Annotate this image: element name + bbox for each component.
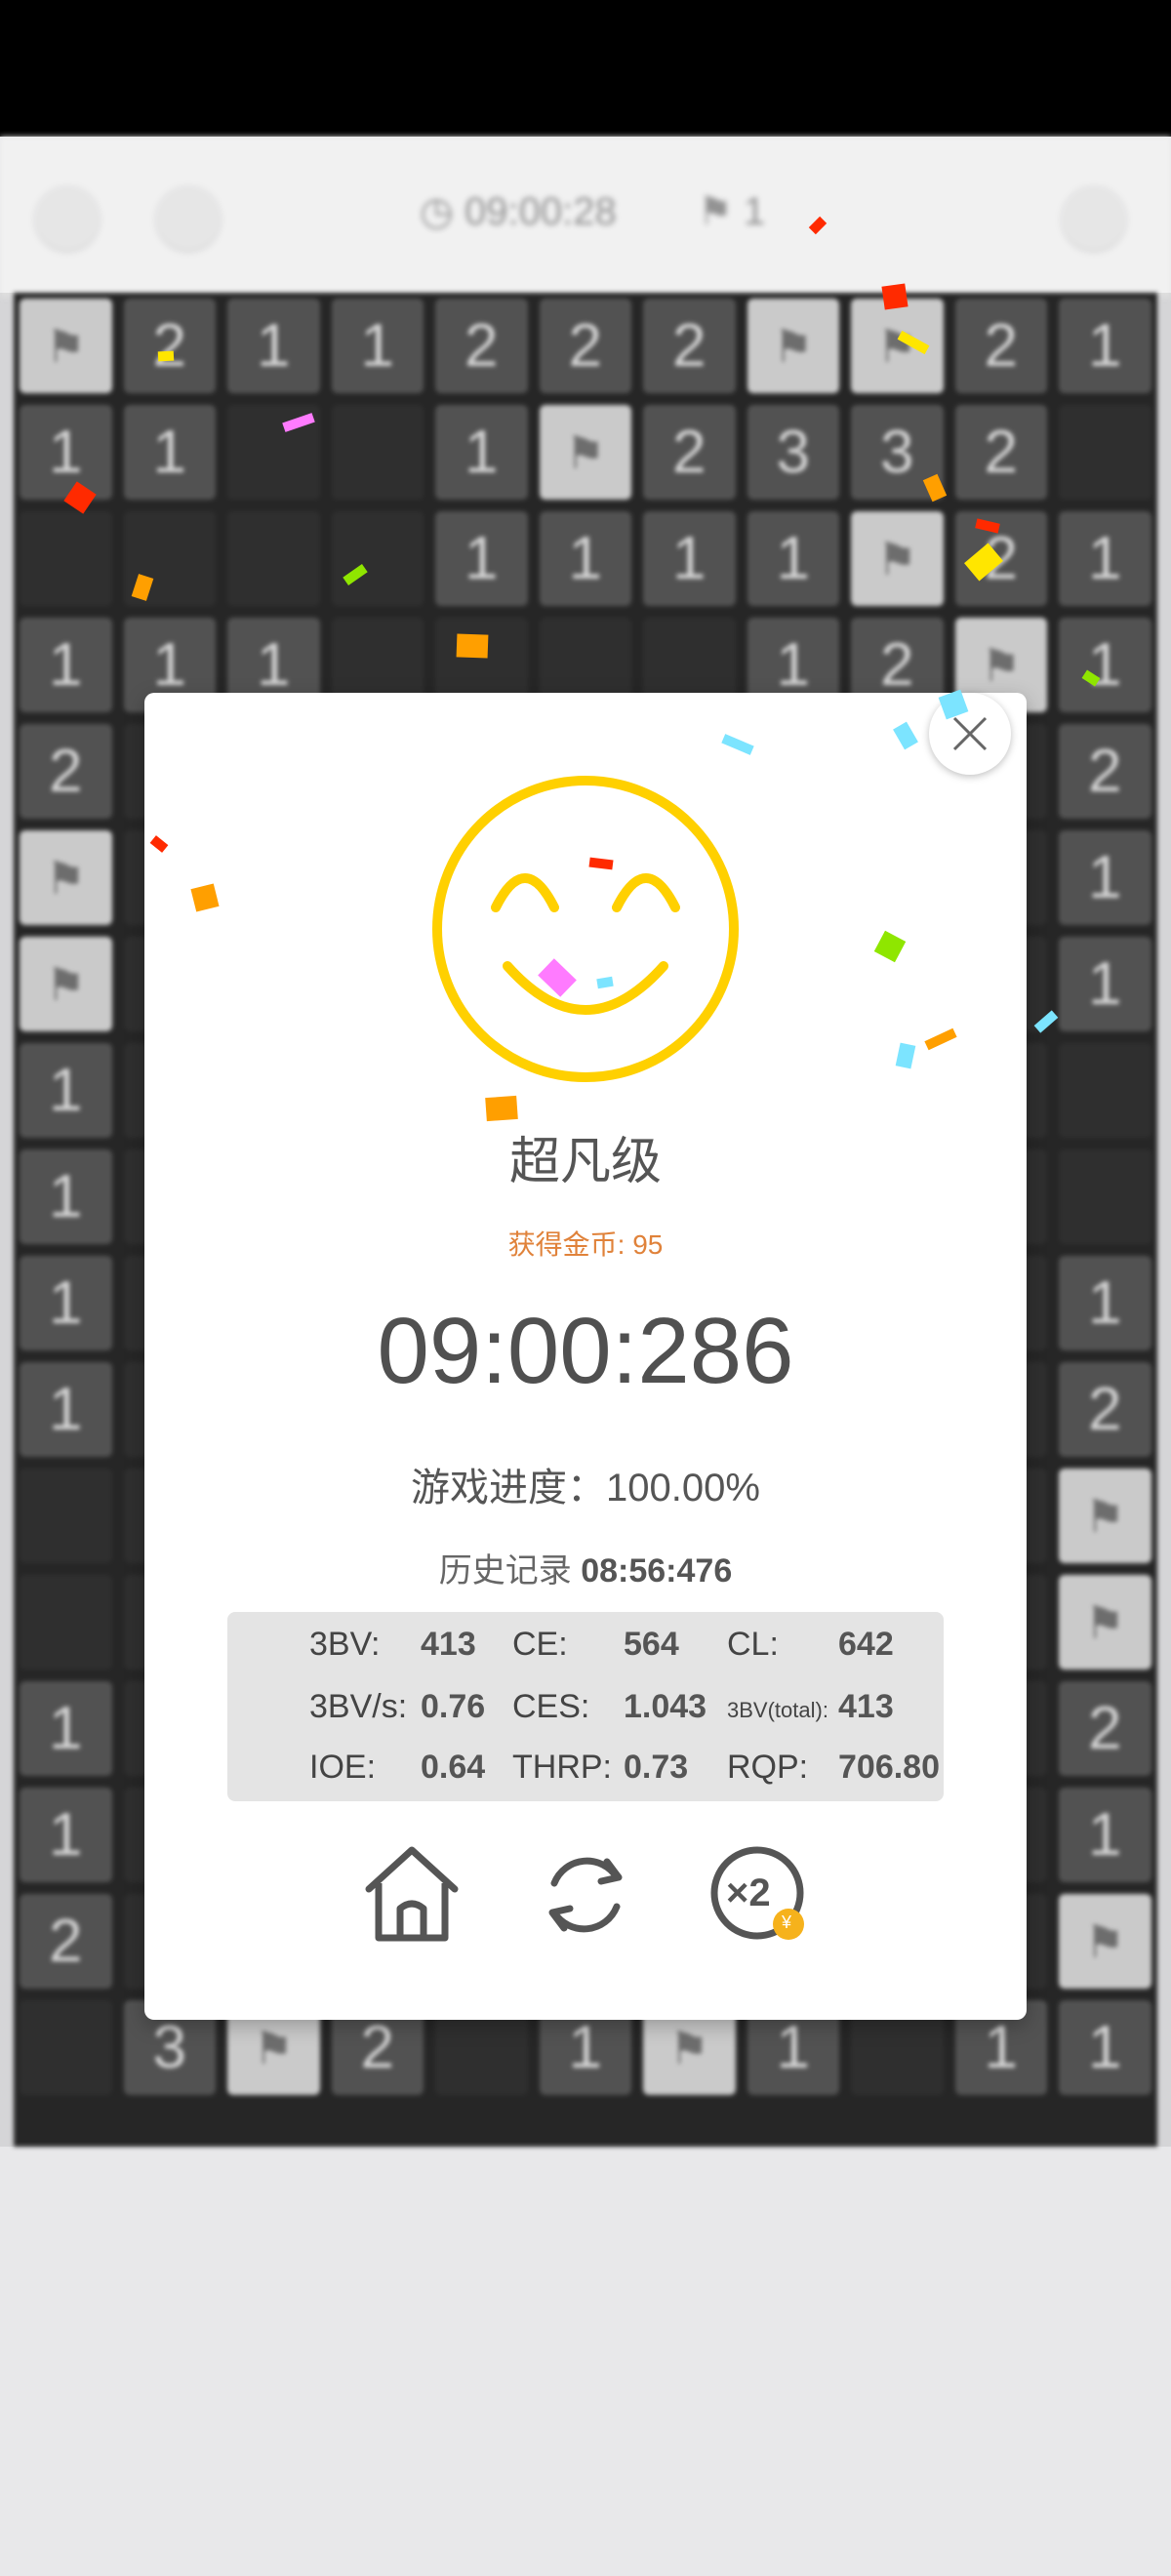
stats-panel: 3BV: 413 CE: 564 CL: 642 3BV/s: 0.76 CES… (227, 1612, 944, 1801)
flag-counter: ⚑ 1 (698, 190, 766, 233)
stat-value: 1.043 (624, 1688, 707, 1725)
stat-label: CL: (727, 1626, 779, 1663)
stat-value: 413 (421, 1626, 476, 1663)
confetti-piece (157, 350, 175, 362)
clock-icon: ◷ (420, 190, 454, 233)
game-progress: 游戏进度：100.00% (411, 1467, 760, 1509)
stat-label: RQP: (727, 1749, 809, 1786)
confetti-piece (485, 1095, 518, 1122)
home-icon (365, 1846, 459, 1942)
stat-label: 3BV: (309, 1626, 381, 1663)
close-icon (952, 716, 988, 751)
stat-label: 3BV/s: (309, 1688, 408, 1725)
history-record: 历史记录 08:56:476 (0, 1544, 1171, 1591)
final-time: 09:00:286 (377, 1299, 794, 1403)
confetti-piece (456, 633, 489, 659)
timer-display: ◷ 09:00:28 (420, 190, 617, 233)
stat-value: 0.73 (624, 1749, 689, 1786)
double-label: ×2 (726, 1872, 771, 1914)
home-button[interactable] (361, 1844, 463, 1946)
stat-value: 642 (838, 1626, 894, 1663)
flag-icon: ⚑ (698, 190, 733, 233)
history-label: 历史记录 (438, 1552, 572, 1590)
stat-value: 0.64 (421, 1749, 486, 1786)
coin-badge: ¥ (782, 1912, 792, 1932)
share-icon[interactable] (1062, 185, 1126, 250)
double-coins-button[interactable]: ×2 ¥ (708, 1844, 810, 1946)
stat-value: 413 (838, 1688, 894, 1725)
board-icon[interactable] (35, 185, 100, 250)
stat-label: CE: (512, 1626, 568, 1663)
coins-earned: 获得金币: 95 (507, 1229, 664, 1260)
restart-button[interactable] (535, 1844, 636, 1946)
history-value: 08:56:476 (581, 1552, 733, 1590)
status-bar (0, 0, 1171, 137)
rank-title: 超凡级 (508, 1134, 662, 1190)
game-toolbar: ◷ 09:00:28 ⚑ 1 (0, 137, 1171, 298)
restart-icon (548, 1857, 623, 1933)
confetti-piece (881, 283, 909, 310)
stat-value: 564 (624, 1626, 679, 1663)
smiley-face-icon (432, 776, 739, 1082)
refresh-icon[interactable] (156, 185, 221, 250)
stat-label: CES: (512, 1688, 590, 1725)
stat-label: 3BV(total): (727, 1698, 828, 1722)
stat-label: IOE: (309, 1749, 377, 1786)
stat-value: 0.76 (421, 1688, 486, 1725)
stat-value: 706.80 (838, 1749, 940, 1786)
stat-label: THRP: (512, 1749, 612, 1786)
